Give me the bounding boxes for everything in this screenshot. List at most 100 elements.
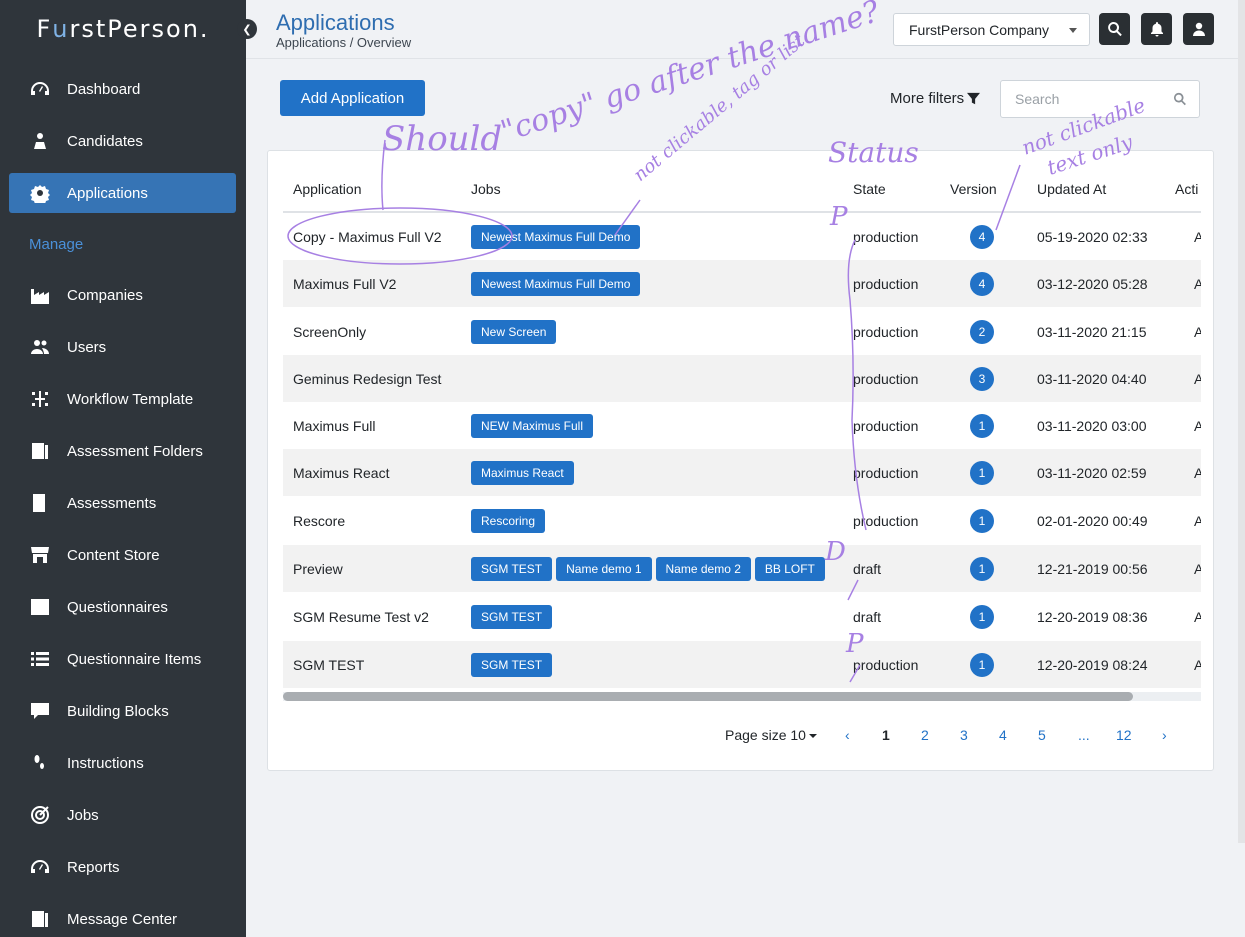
page-scrollbar[interactable] (1238, 0, 1245, 843)
cell-actions[interactable]: A (1194, 308, 1201, 355)
sidebar-item-users[interactable]: Users (9, 327, 236, 367)
table-row[interactable]: SGM Resume Test v2 SGM TEST draft 1 12-20-20… (283, 593, 1201, 640)
cell-actions[interactable]: A (1194, 260, 1201, 307)
cell-state: draft (853, 608, 882, 625)
cell-updated-at: 03-11-2020 04:40 (1037, 370, 1147, 387)
column-header-version[interactable]: Version (950, 181, 997, 197)
sidebar-item-building-blocks[interactable]: Building Blocks (9, 691, 236, 731)
sidebar-item-companies[interactable]: Companies (9, 275, 236, 315)
sidebar-item-label: Content Store (67, 546, 160, 564)
sidebar-item-reports[interactable]: Reports (9, 847, 236, 887)
cell-application[interactable]: ScreenOnly (293, 308, 366, 355)
page-link-3[interactable]: 3 (960, 727, 968, 743)
page-link-1[interactable]: 1 (882, 727, 890, 743)
table-row[interactable]: Maximus Full NEW Maximus Full production 1 0… (283, 402, 1201, 449)
notifications-button[interactable] (1141, 13, 1172, 45)
table-row[interactable]: Rescore Rescoring production 1 02-01-2020 00… (283, 497, 1201, 544)
job-tag: Name demo 2 (655, 556, 751, 581)
cell-actions[interactable]: A (1194, 545, 1201, 592)
top-bar: Applications Applications / Overview Fur… (246, 0, 1245, 59)
version-badge: 1 (970, 652, 994, 677)
assessments-icon (29, 492, 51, 514)
add-application-button[interactable]: Add Application (280, 80, 425, 116)
table-row[interactable]: Maximus React Maximus React production 1 03-… (283, 449, 1201, 496)
cell-application[interactable]: SGM TEST (293, 641, 364, 688)
prev-page-button[interactable]: ‹ (845, 727, 850, 743)
company-select-value: FurstPerson Company (909, 21, 1050, 38)
target-icon (29, 804, 51, 826)
sidebar-item-message-center[interactable]: Message Center (9, 899, 236, 937)
dashboard-icon (29, 78, 51, 100)
collapse-sidebar-button[interactable]: ❮ (237, 19, 257, 39)
sidebar-item-workflow-template[interactable]: Workflow Template (9, 379, 236, 419)
page-link-4[interactable]: 4 (999, 727, 1007, 743)
company-select[interactable]: FurstPerson Company (893, 13, 1090, 46)
sidebar-item-questionnaires[interactable]: Questionnaires (9, 587, 236, 627)
search-button[interactable] (1099, 13, 1130, 45)
table-row[interactable]: Preview SGM TEST Name demo 1 Name demo 2 BB … (283, 545, 1201, 592)
version-badge: 1 (970, 460, 994, 485)
page-link-12[interactable]: 12 (1116, 727, 1132, 743)
sidebar-item-label: Instructions (67, 754, 144, 772)
table-row[interactable]: ScreenOnly New Screen production 2 03-11-202… (283, 308, 1201, 355)
scrollbar-thumb[interactable] (283, 692, 1133, 701)
cell-actions[interactable]: A (1194, 402, 1201, 449)
cell-state: production (853, 370, 919, 387)
cell-actions[interactable]: A (1194, 497, 1201, 544)
breadcrumb[interactable]: Applications / Overview (276, 35, 411, 50)
sidebar-item-jobs[interactable]: Jobs (9, 795, 236, 835)
cell-application[interactable]: Maximus Full (293, 402, 375, 449)
column-header-application[interactable]: Application (293, 181, 362, 197)
cell-actions[interactable]: A (1194, 449, 1201, 496)
cell-updated-at: 03-11-2020 02:59 (1037, 464, 1147, 481)
cell-version: 1 (970, 497, 994, 544)
cell-application[interactable]: Copy - Maximus Full V2 (293, 213, 442, 260)
sidebar-item-questionnaire-items[interactable]: Questionnaire Items (9, 639, 236, 679)
column-header-jobs[interactable]: Jobs (471, 181, 501, 197)
sidebar-item-assessment-folders[interactable]: Assessment Folders (9, 431, 236, 471)
cell-application[interactable]: Preview (293, 545, 343, 592)
user-menu-button[interactable] (1183, 13, 1214, 45)
cell-actions[interactable]: A (1194, 213, 1201, 260)
cell-application[interactable]: Maximus React (293, 449, 389, 496)
sidebar-item-candidates[interactable]: Candidates (9, 121, 236, 161)
search-field[interactable] (1000, 80, 1200, 118)
cell-actions[interactable]: A (1194, 641, 1201, 688)
column-header-actions[interactable]: Acti (1175, 181, 1198, 197)
table-row[interactable]: Maximus Full V2 Newest Maximus Full Demo p… (283, 260, 1201, 307)
job-tag: Newest Maximus Full Demo (471, 224, 641, 249)
sidebar-item-dashboard[interactable]: Dashboard (9, 69, 236, 109)
sidebar-item-instructions[interactable]: Instructions (9, 743, 236, 783)
footsteps-icon (29, 752, 51, 774)
filter-icon (967, 92, 981, 105)
column-header-state[interactable]: State (853, 181, 886, 197)
table-row[interactable]: Geminus Redesign Test production 3 03-11-20… (283, 355, 1201, 402)
search-input[interactable] (1001, 81, 1161, 117)
cell-actions[interactable]: A (1194, 593, 1201, 640)
page-link-2[interactable]: 2 (921, 727, 929, 743)
next-page-button[interactable]: › (1162, 727, 1167, 743)
page-size-select[interactable]: Page size 10 (725, 727, 817, 743)
cell-actions[interactable]: A (1194, 355, 1201, 402)
page-link-5[interactable]: 5 (1038, 727, 1046, 743)
message-icon (29, 908, 51, 930)
cell-jobs: SGM TEST (471, 593, 556, 640)
version-badge: 4 (970, 271, 994, 296)
brand-logo[interactable]: Fu rstPerson. (0, 0, 246, 58)
horizontal-scrollbar[interactable] (283, 692, 1201, 701)
cell-application[interactable]: Geminus Redesign Test (293, 355, 441, 402)
sidebar-item-assessments[interactable]: Assessments (9, 483, 236, 523)
sidebar-item-label: Questionnaire Items (67, 650, 202, 668)
cell-version: 1 (970, 545, 994, 592)
sidebar-item-applications[interactable]: Applications (9, 173, 236, 213)
cell-application[interactable]: SGM Resume Test v2 (293, 593, 429, 640)
cell-jobs: New Screen (471, 308, 560, 355)
more-filters-button[interactable]: More filters (890, 90, 981, 107)
column-header-updated-at[interactable]: Updated At (1037, 181, 1106, 197)
cell-application[interactable]: Maximus Full V2 (293, 260, 396, 307)
cell-application[interactable]: Rescore (293, 497, 345, 544)
table-row[interactable]: Copy - Maximus Full V2 Newest Maximus Ful… (283, 213, 1201, 260)
cell-state: production (853, 275, 919, 292)
sidebar-item-content-store[interactable]: Content Store (9, 535, 236, 575)
table-row[interactable]: SGM TEST SGM TEST production 1 12-20-2019 08… (283, 641, 1201, 688)
